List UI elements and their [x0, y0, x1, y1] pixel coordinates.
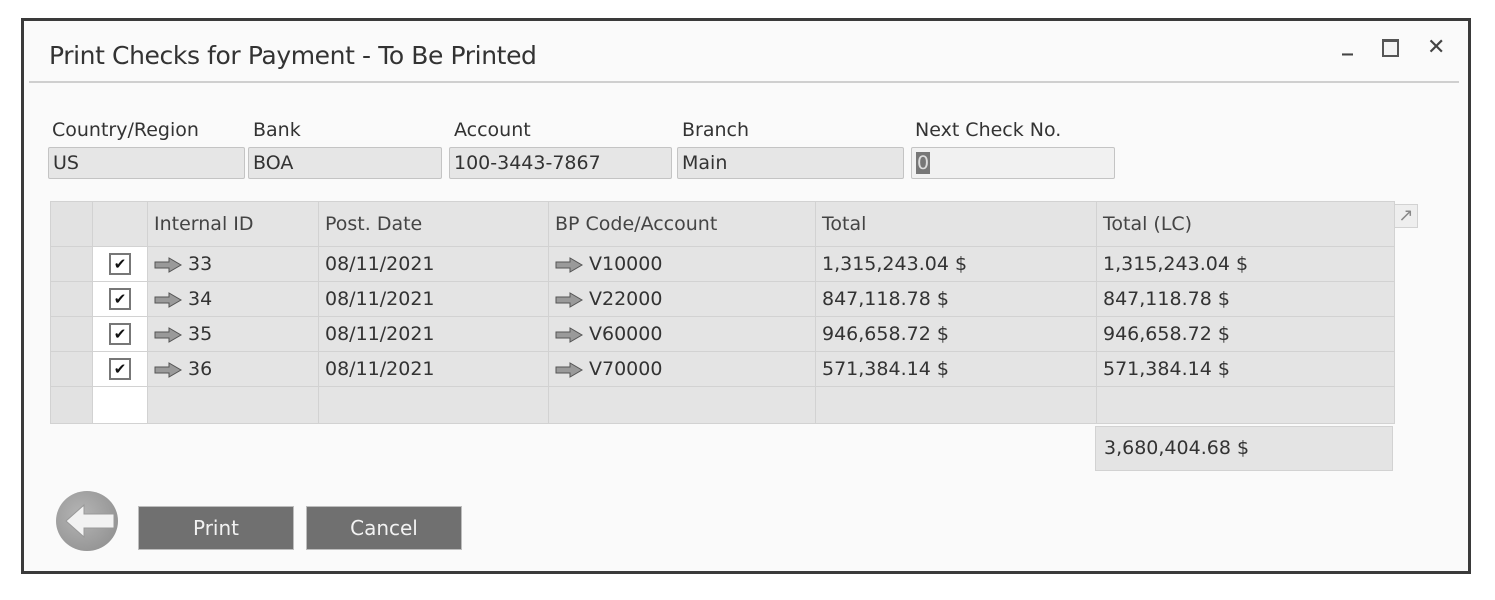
total-lc-cell: 847,118.78 $ — [1096, 281, 1395, 317]
total-cell: 1,315,243.04 $ — [815, 246, 1097, 282]
link-arrow-icon[interactable] — [555, 256, 583, 273]
link-arrow-icon[interactable] — [154, 326, 182, 343]
row-number-cell[interactable] — [50, 316, 93, 352]
select-header — [92, 201, 148, 247]
row-number-cell[interactable] — [50, 246, 93, 282]
row-number-header — [50, 201, 93, 247]
bp-code-cell: V70000 — [548, 351, 816, 387]
account-field[interactable]: 100-3443-7867 — [449, 147, 672, 179]
total-cell: 571,384.14 $ — [815, 351, 1097, 387]
column-header-total[interactable]: Total — [815, 201, 1097, 247]
next-check-no-field[interactable]: 0 — [911, 147, 1115, 179]
total-lc-cell: 1,315,243.04 $ — [1096, 246, 1395, 282]
link-arrow-icon[interactable] — [555, 326, 583, 343]
total-lc-sum: 3,680,404.68 $ — [1095, 426, 1393, 471]
select-cell[interactable]: ✔ — [92, 246, 148, 282]
next-check-no-label: Next Check No. — [915, 119, 1062, 141]
select-cell[interactable]: ✔ — [92, 316, 148, 352]
column-header-post-date[interactable]: Post. Date — [318, 201, 549, 247]
link-arrow-icon[interactable] — [555, 291, 583, 308]
bp-code-value: V22000 — [589, 288, 663, 310]
select-cell[interactable] — [92, 386, 148, 424]
minimize-icon[interactable]: _ — [1342, 31, 1353, 56]
column-header-internal-id[interactable]: Internal ID — [147, 201, 319, 247]
column-header-total-lc[interactable]: Total (LC) — [1096, 201, 1395, 247]
post-date-cell: 08/11/2021 — [318, 351, 549, 387]
empty-cell[interactable] — [147, 386, 319, 424]
cancel-button[interactable]: Cancel — [306, 506, 462, 550]
bank-field[interactable]: BOA — [248, 147, 442, 179]
row-number-cell[interactable] — [50, 386, 93, 424]
post-date-cell: 08/11/2021 — [318, 281, 549, 317]
row-number-cell[interactable] — [50, 351, 93, 387]
bank-label: Bank — [253, 119, 301, 141]
bp-code-cell: V22000 — [548, 281, 816, 317]
link-arrow-icon[interactable] — [154, 256, 182, 273]
empty-cell[interactable] — [548, 386, 816, 424]
select-checkbox[interactable]: ✔ — [109, 288, 131, 311]
grid-header-row: Internal ID Post. Date BP Code/Account T… — [50, 201, 1395, 247]
window-title: Print Checks for Payment - To Be Printed — [49, 41, 537, 70]
table-row[interactable]: ✔ 33 08/11/2021 V10000 1,315,243.04 $1,315,2… — [50, 246, 1395, 282]
bp-code-cell: V60000 — [548, 316, 816, 352]
total-lc-cell: 946,658.72 $ — [1096, 316, 1395, 352]
link-arrow-icon[interactable] — [154, 361, 182, 378]
link-arrow-icon[interactable] — [555, 361, 583, 378]
maximize-icon[interactable] — [1382, 39, 1399, 57]
internal-id-value: 36 — [188, 358, 213, 380]
internal-id-value: 34 — [188, 288, 213, 310]
select-checkbox[interactable]: ✔ — [109, 253, 131, 276]
print-button[interactable]: Print — [138, 506, 294, 550]
internal-id-value: 33 — [188, 253, 213, 275]
back-button[interactable] — [56, 491, 118, 551]
internal-id-cell: 33 — [147, 246, 319, 282]
checks-grid: Internal ID Post. Date BP Code/Account T… — [50, 201, 1395, 424]
link-arrow-icon[interactable] — [154, 291, 182, 308]
bp-code-value: V70000 — [589, 358, 663, 380]
title-divider — [29, 81, 1459, 83]
bp-code-value: V10000 — [589, 253, 663, 275]
next-check-no-value: 0 — [916, 152, 931, 174]
country-region-field[interactable]: US — [48, 147, 245, 179]
branch-field[interactable]: Main — [677, 147, 904, 179]
internal-id-cell: 36 — [147, 351, 319, 387]
column-header-bp-code[interactable]: BP Code/Account — [548, 201, 816, 247]
internal-id-cell: 34 — [147, 281, 319, 317]
table-row[interactable]: ✔ 35 08/11/2021 V60000 946,658.72 $946,658.7… — [50, 316, 1395, 352]
table-row[interactable]: ✔ 36 08/11/2021 V70000 571,384.14 $571,384.1… — [50, 351, 1395, 387]
total-cell: 946,658.72 $ — [815, 316, 1097, 352]
table-row[interactable]: ✔ 34 08/11/2021 V22000 847,118.78 $847,118.7… — [50, 281, 1395, 317]
account-label: Account — [454, 119, 531, 141]
back-arrow-icon — [65, 503, 115, 539]
country-region-label: Country/Region — [52, 119, 199, 141]
post-date-cell: 08/11/2021 — [318, 246, 549, 282]
empty-table-row[interactable] — [50, 386, 1395, 424]
select-checkbox[interactable]: ✔ — [109, 323, 131, 346]
close-icon[interactable]: ✕ — [1427, 35, 1445, 60]
print-checks-window: Print Checks for Payment - To Be Printed… — [21, 18, 1471, 574]
bp-code-value: V60000 — [589, 323, 663, 345]
select-checkbox[interactable]: ✔ — [109, 358, 131, 381]
branch-label: Branch — [682, 119, 750, 141]
empty-cell[interactable] — [1096, 386, 1395, 424]
empty-cell[interactable] — [318, 386, 549, 424]
empty-cell[interactable] — [815, 386, 1097, 424]
row-number-cell[interactable] — [50, 281, 93, 317]
expand-grid-icon[interactable]: ↗ — [1394, 204, 1418, 228]
select-cell[interactable]: ✔ — [92, 351, 148, 387]
select-cell[interactable]: ✔ — [92, 281, 148, 317]
post-date-cell: 08/11/2021 — [318, 316, 549, 352]
bp-code-cell: V10000 — [548, 246, 816, 282]
total-cell: 847,118.78 $ — [815, 281, 1097, 317]
internal-id-value: 35 — [188, 323, 213, 345]
internal-id-cell: 35 — [147, 316, 319, 352]
total-lc-cell: 571,384.14 $ — [1096, 351, 1395, 387]
